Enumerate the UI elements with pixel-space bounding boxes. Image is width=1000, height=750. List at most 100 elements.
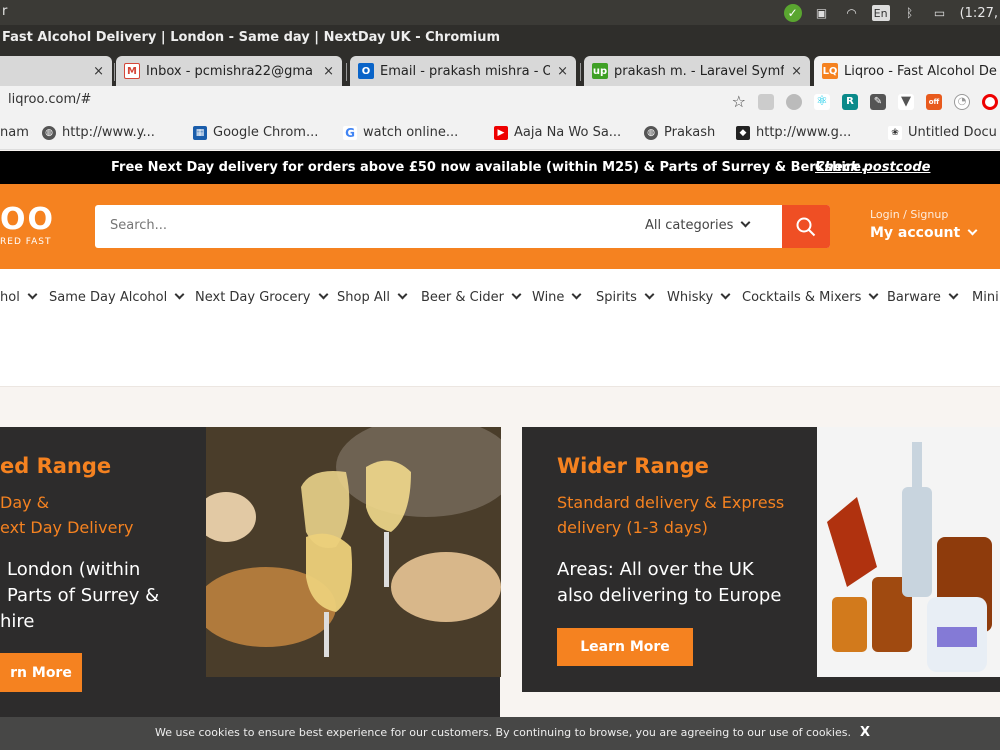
- extension-r-icon[interactable]: R: [842, 93, 858, 110]
- bookmark-item[interactable]: ▦ Google Chrom...: [193, 125, 318, 140]
- chevron-down-icon: [967, 225, 978, 236]
- clock-ext-icon[interactable]: ◔: [954, 93, 970, 110]
- nav-label: Beer & Cider: [421, 290, 504, 305]
- logo-mark: OO: [0, 202, 56, 237]
- card-title: ed Range: [0, 454, 112, 478]
- extension-tool-icon[interactable]: ✎: [870, 93, 886, 110]
- bookmark-item[interactable]: Gwatch online...: [343, 125, 458, 140]
- battery-icon[interactable]: ▭: [930, 4, 950, 22]
- bookmark-item[interactable]: ◆ http://www.g...: [736, 125, 851, 140]
- learn-more-button[interactable]: Learn More: [557, 628, 693, 666]
- bookmark-icon: ◆: [736, 125, 750, 140]
- os-bar-app-name: r: [2, 4, 8, 19]
- site-logo[interactable]: OO RED FAST: [0, 202, 90, 251]
- os-tray: ✓ ▣ ◠ En ᛒ ▭ (1:27,: [783, 3, 1000, 23]
- doc-icon: ❀: [888, 125, 902, 140]
- card-area-3: hire: [0, 611, 35, 632]
- tab-label: Email - prakash mishra - O: [380, 63, 550, 79]
- os-top-bar: r ✓ ▣ ◠ En ᛒ ▭ (1:27,: [0, 0, 1000, 25]
- chevron-down-icon: [948, 289, 959, 300]
- wider-range-card: Wider Range Standard delivery & Express …: [522, 427, 1000, 692]
- bookmark-label: Prakash: [664, 125, 716, 140]
- bookmark-label: watch online...: [363, 125, 459, 140]
- bookmark-item[interactable]: ◍ http://www.y...: [42, 125, 155, 140]
- update-check-icon[interactable]: ✓: [783, 4, 802, 22]
- tab-liqroo[interactable]: LQ Liqroo - Fast Alcohol De: [814, 56, 1000, 86]
- category-select-label: All categories: [645, 218, 734, 233]
- bluetooth-icon[interactable]: ᛒ: [900, 4, 920, 22]
- bookmark-label: http://www.y...: [62, 125, 155, 140]
- nav-item-beer-cider[interactable]: Beer & Cider: [421, 289, 522, 305]
- nav-item-barware[interactable]: Barware: [887, 289, 959, 305]
- url-field[interactable]: liqroo.com/#: [8, 92, 91, 107]
- nav-label: Barware: [887, 290, 941, 305]
- search-button[interactable]: [782, 205, 830, 248]
- nav-label: Mini: [972, 290, 999, 305]
- tab-strip: × M Inbox - pcmishra22@gma × O Email - p…: [0, 51, 1000, 86]
- tab-gmail[interactable]: M Inbox - pcmishra22@gma ×: [116, 56, 342, 86]
- tab-outlook[interactable]: O Email - prakash mishra - O ×: [350, 56, 576, 86]
- tab-close-icon[interactable]: ×: [93, 64, 104, 79]
- tab-close-icon[interactable]: ×: [557, 64, 568, 79]
- react-icon[interactable]: ⚛: [814, 93, 830, 110]
- nav-item-wine[interactable]: Wine: [532, 289, 582, 305]
- main-nav: hol Same Day Alcohol Next Day Grocery Sh…: [0, 269, 1000, 327]
- tab-close-icon[interactable]: ×: [791, 64, 802, 79]
- category-select[interactable]: All categories: [645, 217, 751, 233]
- learn-more-button[interactable]: rn More: [0, 653, 82, 692]
- youtube-icon: ▶: [494, 125, 508, 140]
- nav-label: Next Day Grocery: [195, 290, 311, 305]
- tab-label: prakash m. - Laravel Symfo: [614, 63, 784, 79]
- keyboard-lang-icon[interactable]: En: [871, 5, 890, 21]
- bookmark-item[interactable]: ◍ Prakash: [644, 125, 715, 140]
- my-account-label: My account: [870, 225, 961, 241]
- card-subtitle-2: delivery (1-3 days): [557, 518, 708, 537]
- bookmark-item[interactable]: ▶ Aaja Na Wo Sa...: [494, 125, 621, 140]
- chevron-down-icon: [318, 289, 328, 300]
- extension-2-icon[interactable]: [786, 93, 802, 110]
- nav-item-mini[interactable]: Mini: [972, 290, 999, 305]
- nav-item-next-day-grocery[interactable]: Next Day Grocery: [195, 289, 328, 305]
- nav-item[interactable]: hol: [0, 289, 38, 305]
- card-subtitle-1: Day &: [0, 493, 50, 512]
- extension-1-icon[interactable]: [758, 93, 774, 110]
- bookmark-item[interactable]: nam: [0, 125, 29, 140]
- bookmark-item[interactable]: ❀ Untitled Docu: [888, 125, 997, 140]
- off-icon[interactable]: off: [926, 93, 942, 110]
- chevron-down-icon: [720, 289, 731, 300]
- tab-close-icon[interactable]: ×: [323, 64, 334, 79]
- vue-icon[interactable]: ▼: [898, 93, 914, 110]
- nav-item-cocktails-mixers[interactable]: Cocktails & Mixers: [742, 289, 879, 305]
- card-area-2: Parts of Surrey &: [7, 585, 160, 606]
- cookie-close-button[interactable]: X: [860, 725, 870, 740]
- nav-label: Cocktails & Mixers: [742, 290, 862, 305]
- nav-item-same-day-alcohol[interactable]: Same Day Alcohol: [49, 289, 185, 305]
- nav-item-whisky[interactable]: Whisky: [667, 289, 731, 305]
- cookie-text: We use cookies to ensure best experience…: [155, 726, 851, 739]
- chevron-down-icon: [868, 289, 879, 300]
- bookmark-label: Google Chrom...: [213, 125, 319, 140]
- clock[interactable]: (1:27,: [960, 6, 998, 21]
- my-account-dropdown[interactable]: My account: [870, 225, 978, 241]
- nav-label: hol: [0, 290, 20, 305]
- login-signup-link[interactable]: Login / Signup: [870, 208, 976, 221]
- check-postcode-link[interactable]: Check postcode: [815, 160, 930, 175]
- search-input[interactable]: [110, 218, 610, 233]
- cookie-banner: We use cookies to ensure best experience…: [0, 717, 1000, 750]
- bookmark-star-icon[interactable]: ☆: [732, 92, 746, 111]
- printer-icon[interactable]: ▣: [812, 4, 832, 22]
- promo-text: Free Next Day delivery for orders above …: [111, 160, 866, 175]
- card-title: Wider Range: [557, 454, 709, 478]
- tab-0[interactable]: ×: [0, 56, 112, 86]
- bookmark-label: http://www.g...: [756, 125, 852, 140]
- adblock-icon[interactable]: [982, 93, 998, 110]
- tab-upwork[interactable]: up prakash m. - Laravel Symfo ×: [584, 56, 810, 86]
- nav-item-shop-all[interactable]: Shop All: [337, 289, 408, 305]
- search-icon: [796, 217, 816, 236]
- google-icon: G: [343, 125, 357, 140]
- site-header: OO RED FAST All categories Login / Signu…: [0, 184, 1000, 269]
- wifi-icon[interactable]: ◠: [842, 4, 862, 22]
- nav-item-spirits[interactable]: Spirits: [596, 289, 655, 305]
- nav-spacer: [0, 327, 1000, 387]
- account-menu[interactable]: Login / Signup My account: [870, 208, 978, 241]
